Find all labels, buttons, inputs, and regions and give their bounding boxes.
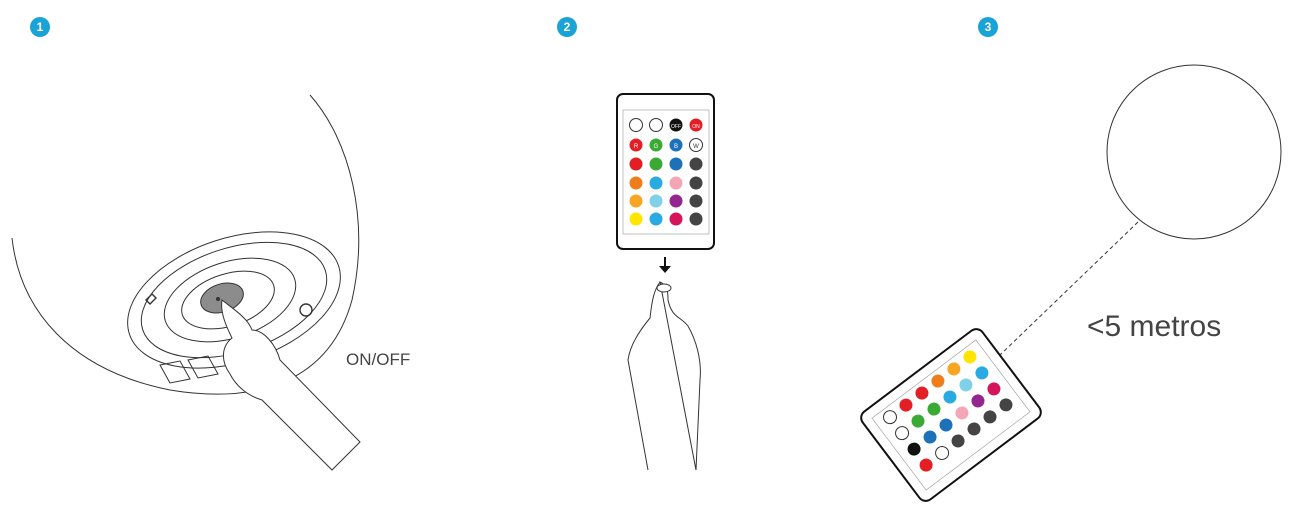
pressing-hand [221,299,361,471]
svg-text:W: W [693,144,699,150]
lamp-base-feet [159,355,219,384]
distance-label: <5 metros [1087,310,1222,343]
instruction-illustration: OFF ON R G B W [11,64,1282,502]
svg-text:R: R [634,144,639,150]
svg-text:G: G [654,144,659,150]
svg-text:OFF: OFF [671,124,681,130]
remote-step3 [860,328,1042,502]
pulling-hand [627,281,701,471]
svg-text:ON: ON [692,124,700,130]
lamp-globe [11,94,360,395]
on-off-label: ON/OFF [346,350,411,369]
svg-text:B: B [674,144,678,150]
lamp-globe-step3 [1106,64,1282,240]
down-arrow-icon [659,257,671,273]
remote-step2: OFF ON R G B W [616,93,715,250]
